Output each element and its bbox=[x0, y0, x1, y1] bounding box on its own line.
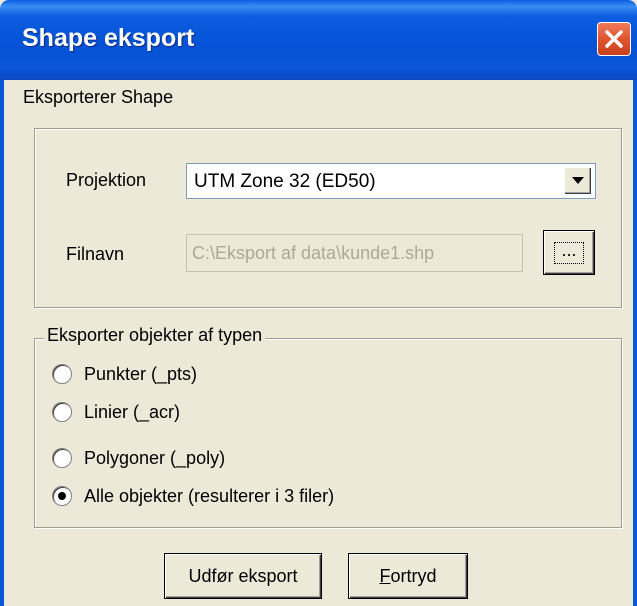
radio-option-all-objects[interactable]: Alle objekter (resulterer i 3 filer) bbox=[52, 484, 334, 508]
radio-button[interactable] bbox=[52, 402, 72, 422]
close-icon bbox=[605, 30, 623, 48]
window-title: Shape eksport bbox=[22, 24, 195, 52]
projection-dropdown-button[interactable] bbox=[564, 167, 592, 195]
radio-label: Punkter (_pts) bbox=[84, 363, 198, 384]
chevron-down-icon bbox=[572, 177, 584, 184]
projection-select[interactable]: UTM Zone 32 (ED50) bbox=[186, 163, 596, 199]
export-settings-panel bbox=[34, 128, 622, 308]
radio-button[interactable] bbox=[52, 448, 72, 468]
filename-value: C:\Eksport af data\kunde1.shp bbox=[192, 243, 435, 263]
export-button[interactable]: Udfør eksport bbox=[164, 553, 322, 599]
radio-option-polygons[interactable]: Polygoner (_poly) bbox=[52, 446, 225, 470]
browse-button[interactable]: ... bbox=[543, 230, 595, 275]
object-type-legend: Eksporter objekter af typen bbox=[44, 325, 266, 346]
projection-label: Projektion bbox=[66, 170, 147, 190]
radio-button-selected[interactable] bbox=[52, 486, 72, 506]
filename-field[interactable]: C:\Eksport af data\kunde1.shp bbox=[186, 234, 523, 272]
radio-label: Linier (_acr) bbox=[84, 401, 181, 422]
cancel-button-label: Fortryd bbox=[379, 565, 437, 586]
close-button[interactable] bbox=[597, 22, 631, 56]
export-button-label: Udfør eksport bbox=[188, 565, 298, 586]
dialog-window: Shape eksport Eksporterer Shape Projekti… bbox=[0, 0, 637, 606]
radio-label: Polygoner (_poly) bbox=[84, 447, 226, 468]
cancel-button[interactable]: Fortryd bbox=[348, 553, 468, 599]
radio-option-lines[interactable]: Linier (_acr) bbox=[52, 400, 180, 424]
radio-selected-dot bbox=[58, 492, 66, 500]
projection-value: UTM Zone 32 (ED50) bbox=[194, 171, 376, 192]
dialog-subtitle: Eksporterer Shape bbox=[23, 87, 174, 107]
window-border-left bbox=[0, 80, 4, 606]
browse-label: ... bbox=[554, 241, 584, 264]
radio-option-points[interactable]: Punkter (_pts) bbox=[52, 362, 197, 386]
filename-label: Filnavn bbox=[66, 244, 125, 264]
title-bar[interactable]: Shape eksport bbox=[0, 0, 637, 80]
radio-label: Alle objekter (resulterer i 3 filer) bbox=[84, 485, 335, 506]
radio-button[interactable] bbox=[52, 364, 72, 384]
window-border-right bbox=[633, 80, 637, 606]
